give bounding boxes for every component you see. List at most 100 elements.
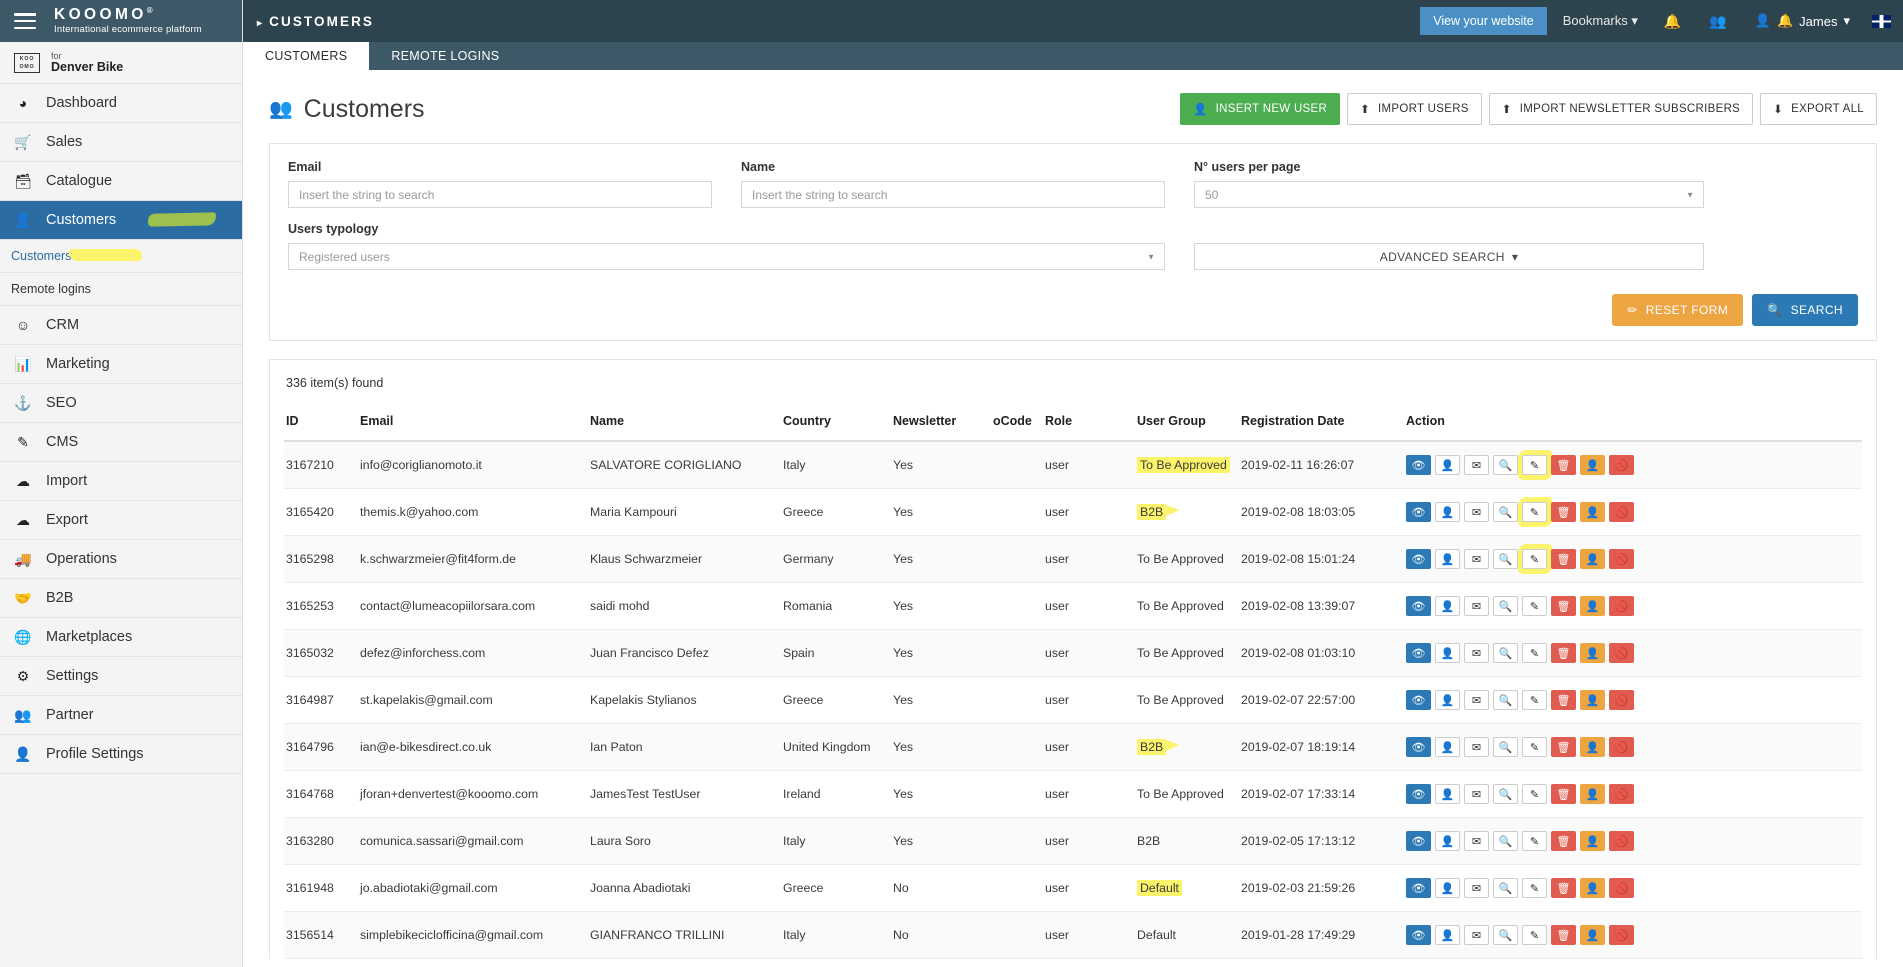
- envelope-icon[interactable]: ✉: [1464, 784, 1489, 804]
- edit-icon[interactable]: ✎: [1522, 596, 1547, 616]
- search-icon[interactable]: 🔍: [1493, 690, 1518, 710]
- search-icon[interactable]: 🔍: [1493, 596, 1518, 616]
- advanced-search-toggle[interactable]: ADVANCED SEARCH ▾: [1194, 243, 1704, 270]
- edit-icon[interactable]: ✎: [1522, 455, 1547, 475]
- edit-icon[interactable]: ✎: [1522, 831, 1547, 851]
- trash-icon[interactable]: 🗑: [1551, 502, 1576, 522]
- user-icon[interactable]: 👤: [1435, 690, 1460, 710]
- notifications-bell-icon[interactable]: 🔔: [1664, 13, 1681, 30]
- envelope-icon[interactable]: ✉: [1464, 502, 1489, 522]
- eye-icon[interactable]: 👁: [1406, 737, 1431, 757]
- user-icon[interactable]: 👤: [1435, 502, 1460, 522]
- trash-icon[interactable]: 🗑: [1551, 784, 1576, 804]
- ban-icon[interactable]: 🚫: [1609, 549, 1634, 569]
- tab-remote-logins[interactable]: REMOTE LOGINS: [369, 42, 521, 70]
- eye-icon[interactable]: 👁: [1406, 502, 1431, 522]
- bookmarks-menu[interactable]: Bookmarks ▾: [1563, 13, 1638, 29]
- search-icon[interactable]: 🔍: [1493, 784, 1518, 804]
- sidebar-item-marketing[interactable]: 📊 Marketing: [0, 345, 242, 384]
- person-icon[interactable]: 👤: [1580, 502, 1605, 522]
- person-icon[interactable]: 👤: [1580, 455, 1605, 475]
- ban-icon[interactable]: 🚫: [1609, 878, 1634, 898]
- eye-icon[interactable]: 👁: [1406, 549, 1431, 569]
- user-icon[interactable]: 👤: [1435, 831, 1460, 851]
- ban-icon[interactable]: 🚫: [1609, 784, 1634, 804]
- person-icon[interactable]: 👤: [1580, 643, 1605, 663]
- tab-customers[interactable]: CUSTOMERS: [243, 42, 370, 70]
- search-icon[interactable]: 🔍: [1493, 549, 1518, 569]
- reset-form-button[interactable]: ✏ RESET FORM: [1612, 294, 1744, 326]
- envelope-icon[interactable]: ✉: [1464, 643, 1489, 663]
- per-page-select[interactable]: 50 ▼: [1194, 181, 1704, 208]
- sidebar-item-operations[interactable]: 🚚 Operations: [0, 540, 242, 579]
- flag-icon[interactable]: [1872, 14, 1891, 28]
- hamburger-menu-icon[interactable]: [14, 13, 36, 29]
- edit-icon[interactable]: ✎: [1522, 690, 1547, 710]
- sidebar-item-dashboard[interactable]: ◕ Dashboard: [0, 84, 242, 123]
- edit-icon[interactable]: ✎: [1522, 925, 1547, 945]
- sidebar-item-b2b[interactable]: 🤝 B2B: [0, 579, 242, 618]
- user-icon[interactable]: 👤: [1435, 925, 1460, 945]
- search-icon[interactable]: 🔍: [1493, 643, 1518, 663]
- ban-icon[interactable]: 🚫: [1609, 831, 1634, 851]
- envelope-icon[interactable]: ✉: [1464, 737, 1489, 757]
- users-icon[interactable]: 👥: [1709, 13, 1726, 30]
- person-icon[interactable]: 👤: [1580, 784, 1605, 804]
- person-icon[interactable]: 👤: [1580, 925, 1605, 945]
- envelope-icon[interactable]: ✉: [1464, 925, 1489, 945]
- edit-icon[interactable]: ✎: [1522, 549, 1547, 569]
- sidebar-item-crm[interactable]: ☺ CRM: [0, 306, 242, 345]
- person-icon[interactable]: 👤: [1580, 831, 1605, 851]
- eye-icon[interactable]: 👁: [1406, 784, 1431, 804]
- sidebar-item-export[interactable]: ☁ Export: [0, 501, 242, 540]
- name-input[interactable]: Insert the string to search: [741, 181, 1165, 208]
- sidebar-subitem-customers[interactable]: Customers: [0, 240, 242, 273]
- trash-icon[interactable]: 🗑: [1551, 925, 1576, 945]
- trash-icon[interactable]: 🗑: [1551, 831, 1576, 851]
- sidebar-item-customers[interactable]: 👤 Customers: [0, 201, 242, 240]
- envelope-icon[interactable]: ✉: [1464, 596, 1489, 616]
- eye-icon[interactable]: 👁: [1406, 878, 1431, 898]
- person-icon[interactable]: 👤: [1580, 690, 1605, 710]
- sidebar-item-settings[interactable]: ⚙ Settings: [0, 657, 242, 696]
- sidebar-item-partner[interactable]: 👥 Partner: [0, 696, 242, 735]
- sidebar-item-marketplaces[interactable]: 🌐 Marketplaces: [0, 618, 242, 657]
- store-switcher[interactable]: KOO OMO for Denver Bike: [0, 42, 242, 84]
- edit-icon[interactable]: ✎: [1522, 784, 1547, 804]
- trash-icon[interactable]: 🗑: [1551, 596, 1576, 616]
- ban-icon[interactable]: 🚫: [1609, 690, 1634, 710]
- search-icon[interactable]: 🔍: [1493, 737, 1518, 757]
- ban-icon[interactable]: 🚫: [1609, 596, 1634, 616]
- view-website-button[interactable]: View your website: [1420, 7, 1547, 35]
- import-users-button[interactable]: ⬆ IMPORT USERS: [1347, 93, 1482, 125]
- insert-new-user-button[interactable]: 👤 INSERT NEW USER: [1180, 93, 1341, 125]
- envelope-icon[interactable]: ✉: [1464, 831, 1489, 851]
- person-icon[interactable]: 👤: [1580, 549, 1605, 569]
- sidebar-item-sales[interactable]: 🛒 Sales: [0, 123, 242, 162]
- trash-icon[interactable]: 🗑: [1551, 455, 1576, 475]
- search-icon[interactable]: 🔍: [1493, 502, 1518, 522]
- trash-icon[interactable]: 🗑: [1551, 549, 1576, 569]
- sidebar-item-profile-settings[interactable]: 👤 Profile Settings: [0, 735, 242, 774]
- search-icon[interactable]: 🔍: [1493, 878, 1518, 898]
- trash-icon[interactable]: 🗑: [1551, 643, 1576, 663]
- sidebar-item-cms[interactable]: ✎ CMS: [0, 423, 242, 462]
- search-button[interactable]: 🔍 SEARCH: [1752, 294, 1858, 326]
- eye-icon[interactable]: 👁: [1406, 690, 1431, 710]
- sidebar-item-import[interactable]: ☁ Import: [0, 462, 242, 501]
- user-icon[interactable]: 👤: [1435, 596, 1460, 616]
- ban-icon[interactable]: 🚫: [1609, 643, 1634, 663]
- trash-icon[interactable]: 🗑: [1551, 690, 1576, 710]
- person-icon[interactable]: 👤: [1580, 737, 1605, 757]
- export-all-button[interactable]: ⬇ EXPORT ALL: [1760, 93, 1877, 125]
- user-icon[interactable]: 👤: [1435, 784, 1460, 804]
- user-icon[interactable]: 👤: [1435, 549, 1460, 569]
- eye-icon[interactable]: 👁: [1406, 596, 1431, 616]
- user-icon[interactable]: 👤: [1435, 455, 1460, 475]
- ban-icon[interactable]: 🚫: [1609, 502, 1634, 522]
- import-newsletter-subscribers-button[interactable]: ⬆ IMPORT NEWSLETTER SUBSCRIBERS: [1488, 93, 1754, 125]
- sidebar-subitem-remote-logins[interactable]: Remote logins: [0, 273, 242, 306]
- sidebar-item-seo[interactable]: ⚓ SEO: [0, 384, 242, 423]
- eye-icon[interactable]: 👁: [1406, 643, 1431, 663]
- envelope-icon[interactable]: ✉: [1464, 690, 1489, 710]
